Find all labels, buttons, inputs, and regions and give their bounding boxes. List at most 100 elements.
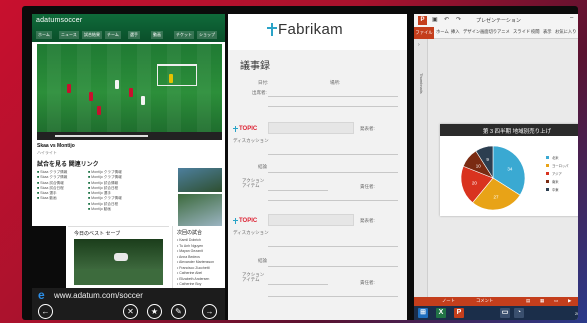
best-save-title: 今日のベスト セーブ — [74, 231, 121, 237]
undo-icon[interactable]: ↶ — [444, 16, 449, 23]
site-logo[interactable]: adatumsoccer — [36, 17, 82, 24]
conclusion-line[interactable] — [268, 266, 398, 267]
doc-header: Fabrikam — [228, 14, 407, 50]
tab-design[interactable]: デザイン — [463, 29, 480, 35]
player — [141, 96, 145, 105]
pie-data-label: 20 — [472, 180, 478, 185]
tab-home[interactable]: ホーム — [436, 29, 449, 35]
clock[interactable]: 3:12 2012/08/06 — [562, 307, 578, 317]
slideshow-icon[interactable]: ▶ — [568, 298, 571, 304]
match-title[interactable]: Skaa vs Montijo — [37, 143, 75, 149]
topic-icon — [233, 218, 238, 224]
date-label: 日付: — [258, 80, 269, 85]
thumbnails-pane[interactable]: › Thumbnails — [414, 39, 428, 297]
powerpoint-window: P ▣ ↶ ↷ プレゼンテーション – □ ✕ ファイル ホーム 挿入 デザイン… — [414, 14, 578, 320]
tab-slideshow[interactable]: スライド — [513, 29, 530, 35]
best-save-card[interactable]: 今日のベスト セーブ — [68, 226, 169, 288]
favorite-star-icon[interactable]: ★ — [147, 304, 162, 319]
action-line[interactable] — [268, 284, 328, 285]
tab-favorites[interactable]: お気に入り — [555, 29, 576, 35]
next-match-line[interactable]: • Elizabeth Andersen — [177, 277, 209, 281]
video-progress-bar[interactable] — [55, 135, 148, 137]
nav-tab[interactable]: 試合結果 — [82, 31, 102, 39]
wrench-icon[interactable]: ✎ — [171, 304, 186, 319]
video-thumbnail[interactable] — [178, 168, 222, 192]
best-save-image[interactable] — [74, 239, 163, 285]
taskbar: ⊞ X P ▭ ◔ 3:12 2012/08/06 — [414, 306, 578, 320]
window-title: プレゼンテーション — [476, 18, 521, 24]
nav-tab[interactable]: ショップ — [197, 31, 217, 39]
url-text[interactable]: www.adatum.com/soccer — [54, 291, 143, 300]
action-line[interactable] — [268, 190, 328, 191]
powerpoint-icon[interactable]: P — [454, 308, 464, 318]
attendees-line[interactable] — [268, 96, 398, 97]
slide-sorter-icon[interactable]: ▦ — [540, 298, 544, 304]
topic-label: TOPIC — [239, 126, 258, 132]
nav-tab[interactable]: 選手 — [128, 31, 140, 39]
tab-insert[interactable]: 挿入 — [451, 29, 460, 35]
minimize-icon[interactable]: – — [570, 15, 573, 21]
save-icon[interactable]: ▣ — [432, 16, 438, 23]
back-arrow-icon[interactable]: ← — [38, 304, 53, 319]
next-match-line[interactable]: • Catherine Boy — [177, 282, 201, 286]
nav-tab[interactable]: 動画 — [151, 31, 163, 39]
next-match-line[interactable]: • Catherine Abel — [177, 271, 202, 275]
next-match-line[interactable]: • Tu Anh Nguyen — [177, 244, 203, 248]
tab-review[interactable]: 校閲 — [531, 29, 540, 35]
slide-title-band: 第 3 四半期 地域別売り上げ — [440, 124, 578, 136]
nav-tab[interactable]: チケット — [174, 31, 194, 39]
discussion-line[interactable] — [268, 246, 398, 247]
powerpoint-app-icon[interactable]: P — [418, 16, 427, 25]
tab-view[interactable]: 表示 — [543, 29, 552, 35]
topic-label: TOPIC — [239, 218, 258, 224]
slide-canvas[interactable]: 第 3 四半期 地域別売り上げ 342720109 北米34%ヨーロッパ27%ア… — [440, 124, 578, 216]
related-link[interactable]: Montijo 動画 — [88, 207, 136, 212]
reading-view-icon[interactable]: ▭ — [554, 298, 558, 304]
next-match-line[interactable]: • Alexander Martensson — [177, 260, 214, 264]
video-controls[interactable] — [37, 132, 222, 140]
page-gutter — [32, 226, 66, 288]
notes-button[interactable]: ノート — [442, 298, 455, 304]
tray-icon[interactable]: ▭ — [500, 308, 510, 318]
next-match-line[interactable]: • Mayan Gezanit — [177, 249, 203, 253]
nav-tab[interactable]: チーム — [105, 31, 121, 39]
pie-chart[interactable]: 342720109 — [458, 143, 528, 213]
owner-label: 責任者: — [360, 280, 375, 285]
video-thumbnail[interactable] — [178, 194, 222, 226]
nav-tab[interactable]: ホーム — [36, 31, 52, 39]
conclusion-line[interactable] — [268, 172, 398, 173]
next-match-line[interactable]: • Anna Bedecs — [177, 255, 200, 259]
forward-arrow-icon[interactable]: → — [202, 304, 217, 319]
presenter-label: 発表者: — [360, 218, 375, 223]
tab-file[interactable]: ファイル — [414, 27, 434, 39]
address-bar[interactable]: e www.adatum.com/soccer — [32, 288, 225, 302]
discussion-line[interactable] — [268, 154, 398, 155]
slide-title[interactable]: 第 3 四半期 地域別売り上げ — [440, 127, 578, 135]
tab-transitions[interactable]: 画面切り — [480, 29, 497, 35]
tab-animations[interactable]: アニメ — [497, 29, 510, 35]
page-title[interactable]: 議事録 — [240, 57, 270, 72]
field-line[interactable] — [268, 296, 398, 297]
comments-button[interactable]: コメント — [476, 298, 493, 304]
goalkeeper — [114, 253, 128, 261]
links-heading: 試合を見る 関連リンク — [37, 162, 99, 168]
nav-tab[interactable]: ニュース — [59, 31, 79, 39]
next-match-line[interactable]: • Francisco Zucchetti — [177, 266, 210, 270]
next-match-card[interactable]: 次回の試合 • Kamil Dobrich • Tu Anh Nguyen • Ma… — [172, 226, 222, 288]
windows-start-icon[interactable]: ⊞ — [418, 308, 428, 318]
field-line[interactable] — [268, 106, 398, 107]
legend-swatch — [546, 188, 549, 191]
redo-icon[interactable]: ↷ — [456, 16, 461, 23]
normal-view-icon[interactable]: ▤ — [526, 298, 530, 304]
related-link[interactable]: Skaa 動画 — [37, 196, 85, 201]
tray-icon[interactable]: ◔ — [514, 308, 524, 318]
close-icon[interactable]: ✕ — [123, 304, 138, 319]
excel-icon[interactable]: X — [436, 308, 446, 318]
topic-input[interactable] — [268, 122, 354, 134]
video-player[interactable] — [37, 44, 222, 132]
next-match-line[interactable]: • Kamil Dobrich — [177, 238, 201, 242]
topic-input[interactable] — [268, 214, 354, 226]
chevron-right-icon[interactable]: › — [418, 42, 420, 48]
field-line[interactable] — [268, 200, 398, 201]
player — [67, 84, 71, 93]
